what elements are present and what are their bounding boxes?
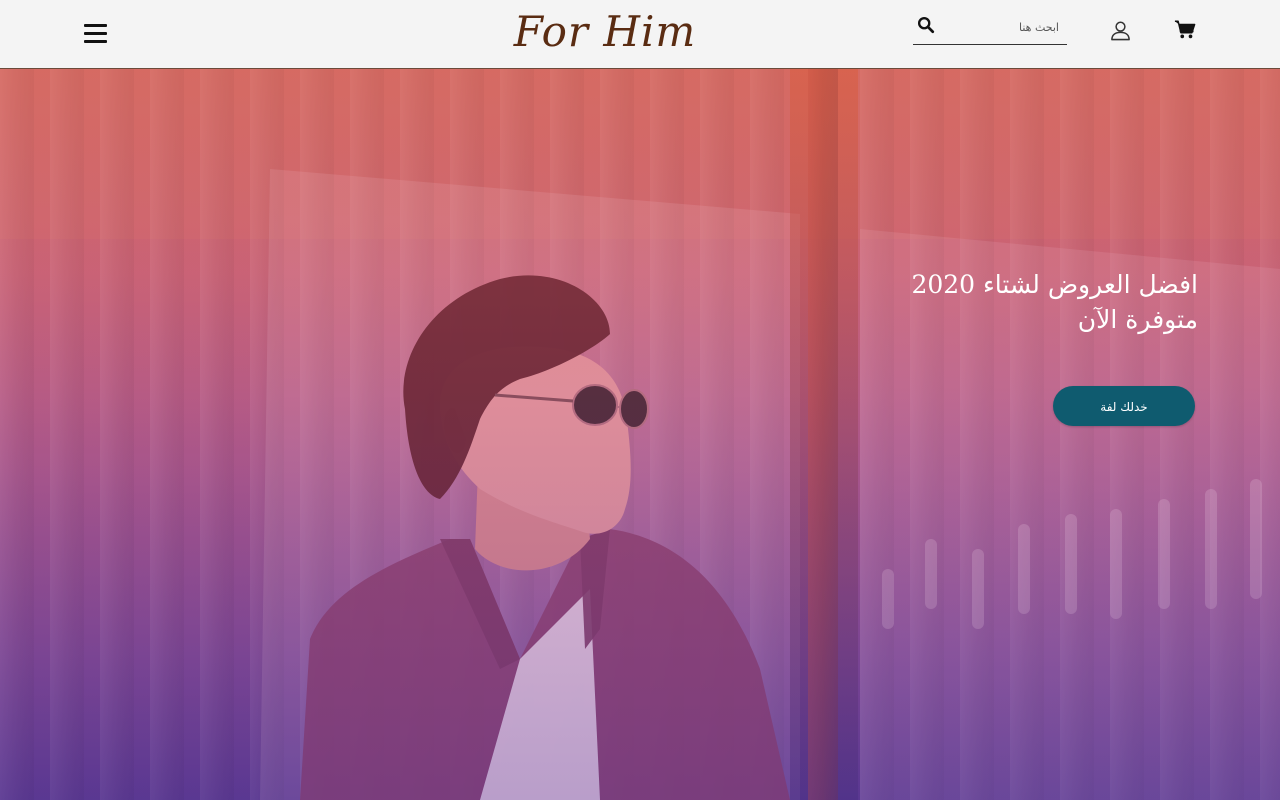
search-icon[interactable] — [917, 16, 935, 34]
search-input[interactable] — [941, 17, 1059, 37]
cart-icon[interactable] — [1174, 19, 1196, 40]
hero-photo — [0, 69, 1280, 800]
menu-icon[interactable] — [84, 22, 108, 46]
hero-headline-line1: افضل العروض لشتاء 2020 — [911, 270, 1198, 299]
hero-banner: افضل العروض لشتاء 2020 متوفرة الآن خدلك … — [0, 69, 1280, 800]
hero-headline-line2: متوفرة الآن — [1077, 305, 1198, 334]
user-icon[interactable] — [1110, 20, 1131, 41]
cta-button[interactable]: خدلك لفة — [1053, 386, 1195, 426]
search-bar — [913, 12, 1067, 45]
site-logo[interactable]: For Him — [500, 2, 710, 62]
hero-headline: افضل العروض لشتاء 2020 متوفرة الآن — [860, 267, 1198, 337]
top-navbar: For Him — [0, 0, 1280, 69]
